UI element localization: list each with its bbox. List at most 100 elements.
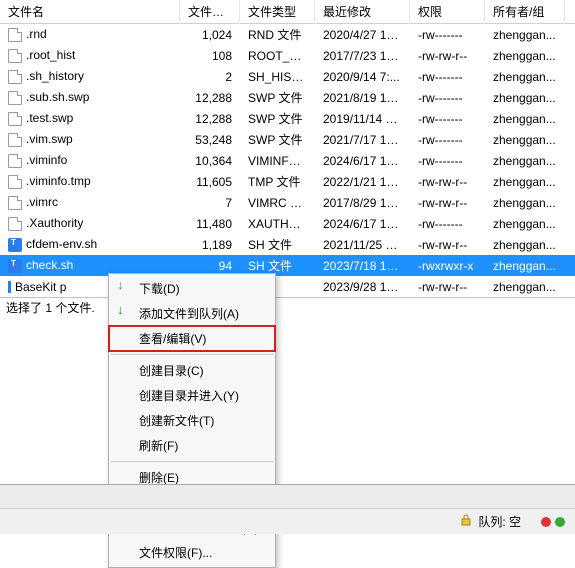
file-icon — [8, 133, 22, 147]
cell-type: RND 文件 — [240, 24, 315, 45]
download-icon — [115, 279, 129, 293]
cell-size: 12,288 — [180, 89, 240, 107]
cell-type: XAUTHOR... — [240, 215, 315, 233]
menu-create-file[interactable]: 创建新文件(T) — [109, 408, 275, 433]
cell-size: 2 — [180, 68, 240, 86]
menu-refresh[interactable]: 刷新(F) — [109, 433, 275, 458]
menu-create-enter[interactable]: 创建目录并进入(Y) — [109, 383, 275, 408]
cell-perm: -rw------- — [410, 68, 485, 86]
cell-perm: -rw------- — [410, 26, 485, 44]
table-row[interactable]: .rnd1,024RND 文件2020/4/27 18...-rw-------… — [0, 24, 575, 45]
cell-name: .root_hist — [0, 46, 180, 65]
cell-owner: zhenggan... — [485, 47, 565, 65]
file-name: check.sh — [26, 258, 73, 272]
cell-date: 2017/7/23 16... — [315, 47, 410, 65]
cell-size: 11,605 — [180, 173, 240, 191]
table-row[interactable]: .sh_history2SH_HISTO...2020/9/14 7:...-r… — [0, 66, 575, 87]
menu-create-dir[interactable]: 创建目录(C) — [109, 358, 275, 383]
cell-perm: -rw------- — [410, 89, 485, 107]
cell-owner: zhenggan... — [485, 278, 565, 296]
file-icon — [8, 28, 22, 42]
file-icon — [8, 70, 22, 84]
bar-icon — [8, 281, 11, 293]
col-header-perm[interactable]: 权限 — [410, 0, 485, 24]
status-dot-red — [541, 517, 551, 527]
cell-perm: -rw-rw-r-- — [410, 278, 485, 296]
status-dots — [541, 517, 565, 527]
cell-size: 10,364 — [180, 152, 240, 170]
table-row[interactable]: .viminfo.tmp11,605TMP 文件2022/1/21 17...-… — [0, 171, 575, 192]
cell-name: .rnd — [0, 25, 180, 44]
cell-owner: zhenggan... — [485, 236, 565, 254]
file-name: .viminfo — [26, 153, 67, 167]
sh-file-icon — [8, 238, 22, 252]
lock-icon — [460, 514, 472, 526]
cell-owner: zhenggan... — [485, 152, 565, 170]
file-name: BaseKit p — [15, 280, 66, 294]
cell-size: 12,288 — [180, 110, 240, 128]
cell-date: 2022/1/21 17... — [315, 173, 410, 191]
menu-download[interactable]: 下载(D) — [109, 276, 275, 301]
cell-perm: -rw-rw-r-- — [410, 47, 485, 65]
cell-date: 2017/8/29 16... — [315, 194, 410, 212]
table-row[interactable]: .Xauthority11,480XAUTHOR...2024/6/17 10.… — [0, 213, 575, 234]
cell-date: 2024/6/17 10... — [315, 152, 410, 170]
cell-owner: zhenggan... — [485, 215, 565, 233]
cell-name: cfdem-env.sh — [0, 235, 180, 254]
menu-add-queue[interactable]: 添加文件到队列(A) — [109, 301, 275, 326]
cell-perm: -rw------- — [410, 152, 485, 170]
cell-size: 108 — [180, 47, 240, 65]
lower-panel — [0, 484, 575, 508]
menu-separator — [111, 354, 273, 355]
table-row[interactable]: BaseKit p 2023/9/28 10...-rw-rw-r--zhengg… — [0, 276, 575, 297]
cell-size: 1,189 — [180, 236, 240, 254]
cell-type: TMP 文件 — [240, 171, 315, 192]
cell-perm: -rw------- — [410, 131, 485, 149]
status-dot-green — [555, 517, 565, 527]
col-header-name[interactable]: 文件名 — [0, 0, 180, 24]
sh-file-icon — [8, 259, 22, 273]
table-row[interactable]: .test.swp12,288SWP 文件2019/11/14 1...-rw-… — [0, 108, 575, 129]
table-row[interactable]: .sub.sh.swp12,288SWP 文件2021/8/19 10...-r… — [0, 87, 575, 108]
file-icon — [8, 112, 22, 126]
cell-perm: -rw-rw-r-- — [410, 173, 485, 191]
menu-view-edit[interactable]: 查看/编辑(V) — [109, 326, 275, 351]
table-row[interactable]: .vimrc7VIMRC 文件2017/8/29 16...-rw-rw-r--… — [0, 192, 575, 213]
file-name: .root_hist — [26, 48, 75, 62]
menu-file-perm[interactable]: 文件权限(F)... — [109, 540, 275, 565]
cell-owner: zhenggan... — [485, 257, 565, 275]
add-queue-icon — [115, 304, 129, 318]
cell-size: 7 — [180, 194, 240, 212]
file-name: .test.swp — [26, 111, 73, 125]
table-row[interactable]: .root_hist108ROOT_HI...2017/7/23 16...-r… — [0, 45, 575, 66]
col-header-size[interactable]: 文件大小 — [180, 0, 240, 24]
cell-perm: -rw------- — [410, 110, 485, 128]
cell-size: 94 — [180, 257, 240, 275]
table-row[interactable]: .viminfo10,364VIMINFO ...2024/6/17 10...… — [0, 150, 575, 171]
table-header: 文件名 文件大小 文件类型 最近修改 权限 所有者/组 — [0, 0, 575, 24]
col-header-type[interactable]: 文件类型 — [240, 0, 315, 24]
cell-name: .test.swp — [0, 109, 180, 128]
cell-size: 53,248 — [180, 131, 240, 149]
cell-perm: -rw-rw-r-- — [410, 194, 485, 212]
menu-label: 创建目录(C) — [139, 364, 204, 378]
cell-type: SH 文件 — [240, 234, 315, 255]
cell-date: 2021/11/25 1... — [315, 236, 410, 254]
cell-date: 2023/9/28 10... — [315, 278, 410, 296]
file-icon — [8, 217, 22, 231]
cell-owner: zhenggan... — [485, 89, 565, 107]
menu-label: 刷新(F) — [139, 439, 178, 453]
col-header-owner[interactable]: 所有者/组 — [485, 0, 565, 24]
cell-type: SWP 文件 — [240, 129, 315, 150]
table-row[interactable]: cfdem-env.sh1,189SH 文件2021/11/25 1...-rw… — [0, 234, 575, 255]
menu-label: 查看/编辑(V) — [139, 332, 206, 346]
cell-name: .vim.swp — [0, 130, 180, 149]
table-row[interactable]: check.sh94SH 文件2023/7/18 16...-rwxrwxr-x… — [0, 255, 575, 276]
menu-label: 文件权限(F)... — [139, 546, 212, 560]
col-header-modified[interactable]: 最近修改 — [315, 0, 410, 24]
table-row[interactable]: .vim.swp53,248SWP 文件2021/7/17 13...-rw--… — [0, 129, 575, 150]
cell-name: .viminfo.tmp — [0, 172, 180, 191]
file-name: .sub.sh.swp — [26, 90, 89, 104]
cell-owner: zhenggan... — [485, 68, 565, 86]
file-table: 文件名 文件大小 文件类型 最近修改 权限 所有者/组 .rnd1,024RND… — [0, 0, 575, 297]
